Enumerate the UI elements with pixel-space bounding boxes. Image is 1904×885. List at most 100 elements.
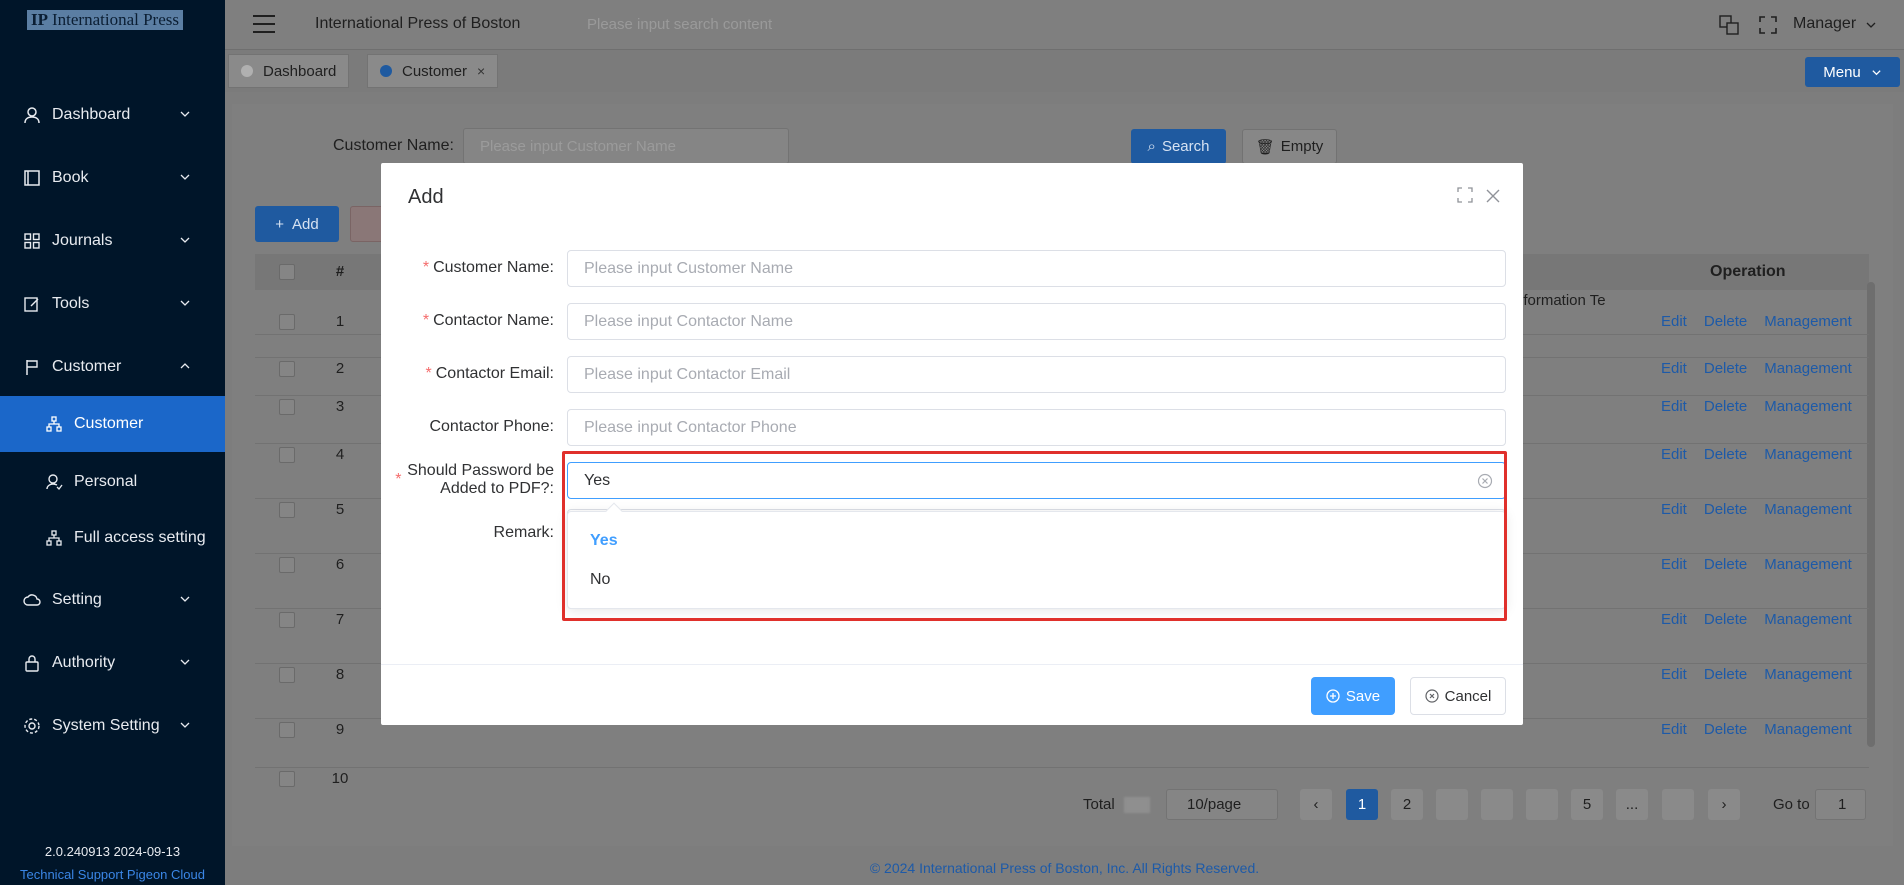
row-edit-link[interactable]: Edit [1661,398,1687,415]
go-to-input[interactable]: 1 [1815,789,1866,820]
row-checkbox[interactable] [279,722,295,738]
page-5-hidden[interactable] [1526,789,1558,820]
lock-icon [22,653,42,673]
row-delete-link[interactable]: Delete [1704,360,1747,377]
tab-dashboard[interactable]: Dashboard [228,54,350,88]
row-edit-link[interactable]: Edit [1661,666,1687,683]
add-button[interactable]: + Add [255,206,339,242]
row-delete-link[interactable]: Delete [1704,721,1747,738]
sidebar-item-tools[interactable]: Tools [0,280,225,328]
filter-customer-name-input[interactable]: Please input Customer Name [463,128,789,164]
sidebar-item-customer[interactable]: Customer [0,343,225,391]
row-management-link[interactable]: Management [1764,446,1852,463]
row-edit-link[interactable]: Edit [1661,360,1687,377]
row-checkbox[interactable] [279,447,295,463]
empty-button[interactable]: 🗑 Empty [1242,129,1337,164]
row-checkbox[interactable] [279,771,295,787]
row-edit-link[interactable]: Edit [1661,446,1687,463]
chevron-down-icon[interactable] [1865,19,1877,31]
sidebar-item-setting[interactable]: Setting [0,576,225,624]
row-management-link[interactable]: Management [1764,501,1852,518]
fullscreen-icon[interactable] [1757,14,1779,36]
row-edit-link[interactable]: Edit [1661,611,1687,628]
header-search-input[interactable]: Please input search content [587,16,772,33]
add-customer-dialog: Add * Customer Name: Please input Custome… [381,163,1523,725]
hamburger-menu-icon[interactable] [253,15,275,33]
page-5[interactable]: 5 [1571,789,1603,820]
sidebar-item-authority[interactable]: Authority [0,639,225,687]
row-checkbox[interactable] [279,399,295,415]
translate-icon[interactable] [1718,14,1740,36]
row-management-link[interactable]: Management [1764,398,1852,415]
remark-label: Remark: [493,524,554,541]
next-page-button[interactable]: › [1708,789,1740,820]
customer-name-input[interactable]: Please input Customer Name [567,250,1506,287]
sidebar-item-customer-list[interactable]: Customer [0,396,225,452]
row-management-link[interactable]: Management [1764,721,1852,738]
row-delete-link[interactable]: Delete [1704,398,1747,415]
row-checkbox[interactable] [279,557,295,573]
required-mark: * [395,471,402,488]
maximize-icon[interactable] [1457,187,1473,203]
sidebar-item-personal[interactable]: Personal [0,458,225,506]
row-checkbox[interactable] [279,612,295,628]
sidebar-item-dashboard[interactable]: Dashboard [0,91,225,139]
row-management-link[interactable]: Management [1764,556,1852,573]
row-edit-link[interactable]: Edit [1661,721,1687,738]
row-delete-link[interactable]: Delete [1704,611,1747,628]
tab-close-icon[interactable]: × [477,63,485,79]
sidebar-item-label: Authority [52,654,116,671]
row-checkbox[interactable] [279,314,295,330]
cancel-button[interactable]: Cancel [1410,677,1506,715]
user-icon [22,105,42,125]
sidebar-item-label: Customer [74,415,144,432]
prev-page-button[interactable]: ‹ [1300,789,1332,820]
page-3[interactable] [1436,789,1468,820]
search-button[interactable]: ⌕ Search [1131,129,1226,164]
user-menu[interactable]: Manager [1793,15,1856,33]
row-edit-link[interactable]: Edit [1661,556,1687,573]
sidebar-item-label: Dashboard [52,106,131,123]
row-index: 6 [335,556,345,573]
row-delete-link[interactable]: Delete [1704,313,1747,330]
row-edit-link[interactable]: Edit [1661,313,1687,330]
row-edit-link[interactable]: Edit [1661,501,1687,518]
contactor-name-input[interactable]: Please input Contactor Name [567,303,1506,340]
row-index: 5 [335,501,345,518]
row-management-link[interactable]: Management [1764,313,1852,330]
row-checkbox[interactable] [279,667,295,683]
row-checkbox[interactable] [279,361,295,377]
page-2[interactable]: 2 [1391,789,1423,820]
row-delete-link[interactable]: Delete [1704,556,1747,573]
row-delete-link[interactable]: Delete [1704,666,1747,683]
row-checkbox[interactable] [279,502,295,518]
page-4[interactable] [1481,789,1513,820]
sidebar-item-book[interactable]: Book [0,154,225,202]
menu-button[interactable]: Menu [1805,57,1900,87]
sidebar-item-system-setting[interactable]: System Setting [0,702,225,750]
sidebar-item-full-access[interactable]: Full access setting [0,514,225,562]
label-text: Added to PDF?: [440,480,554,497]
row-management-link[interactable]: Management [1764,611,1852,628]
chevron-down-icon [180,722,190,728]
more-pages-button[interactable]: ... [1616,789,1648,820]
page-1[interactable]: 1 [1346,789,1378,820]
row-delete-link[interactable]: Delete [1704,501,1747,518]
row-operations: Edit Delete Management [1661,360,1869,377]
row-management-link[interactable]: Management [1764,666,1852,683]
row-delete-link[interactable]: Delete [1704,446,1747,463]
last-page[interactable] [1662,789,1694,820]
support-link[interactable]: Technical Support Pigeon Cloud [0,867,225,882]
contactor-email-input[interactable]: Please input Contactor Email [567,356,1506,393]
logo-text: International Press [52,10,179,29]
close-icon[interactable] [1486,189,1500,203]
contactor-phone-input[interactable]: Please input Contactor Phone [567,409,1506,446]
sidebar-item-journals[interactable]: Journals [0,217,225,265]
page-size-select[interactable]: 10/page [1166,789,1278,820]
row-management-link[interactable]: Management [1764,360,1852,377]
tab-customer[interactable]: Customer × [367,54,499,88]
row-index: 10 [331,770,349,787]
save-button[interactable]: Save [1311,677,1395,715]
select-all-checkbox[interactable] [279,264,295,280]
required-mark: * [422,259,430,276]
